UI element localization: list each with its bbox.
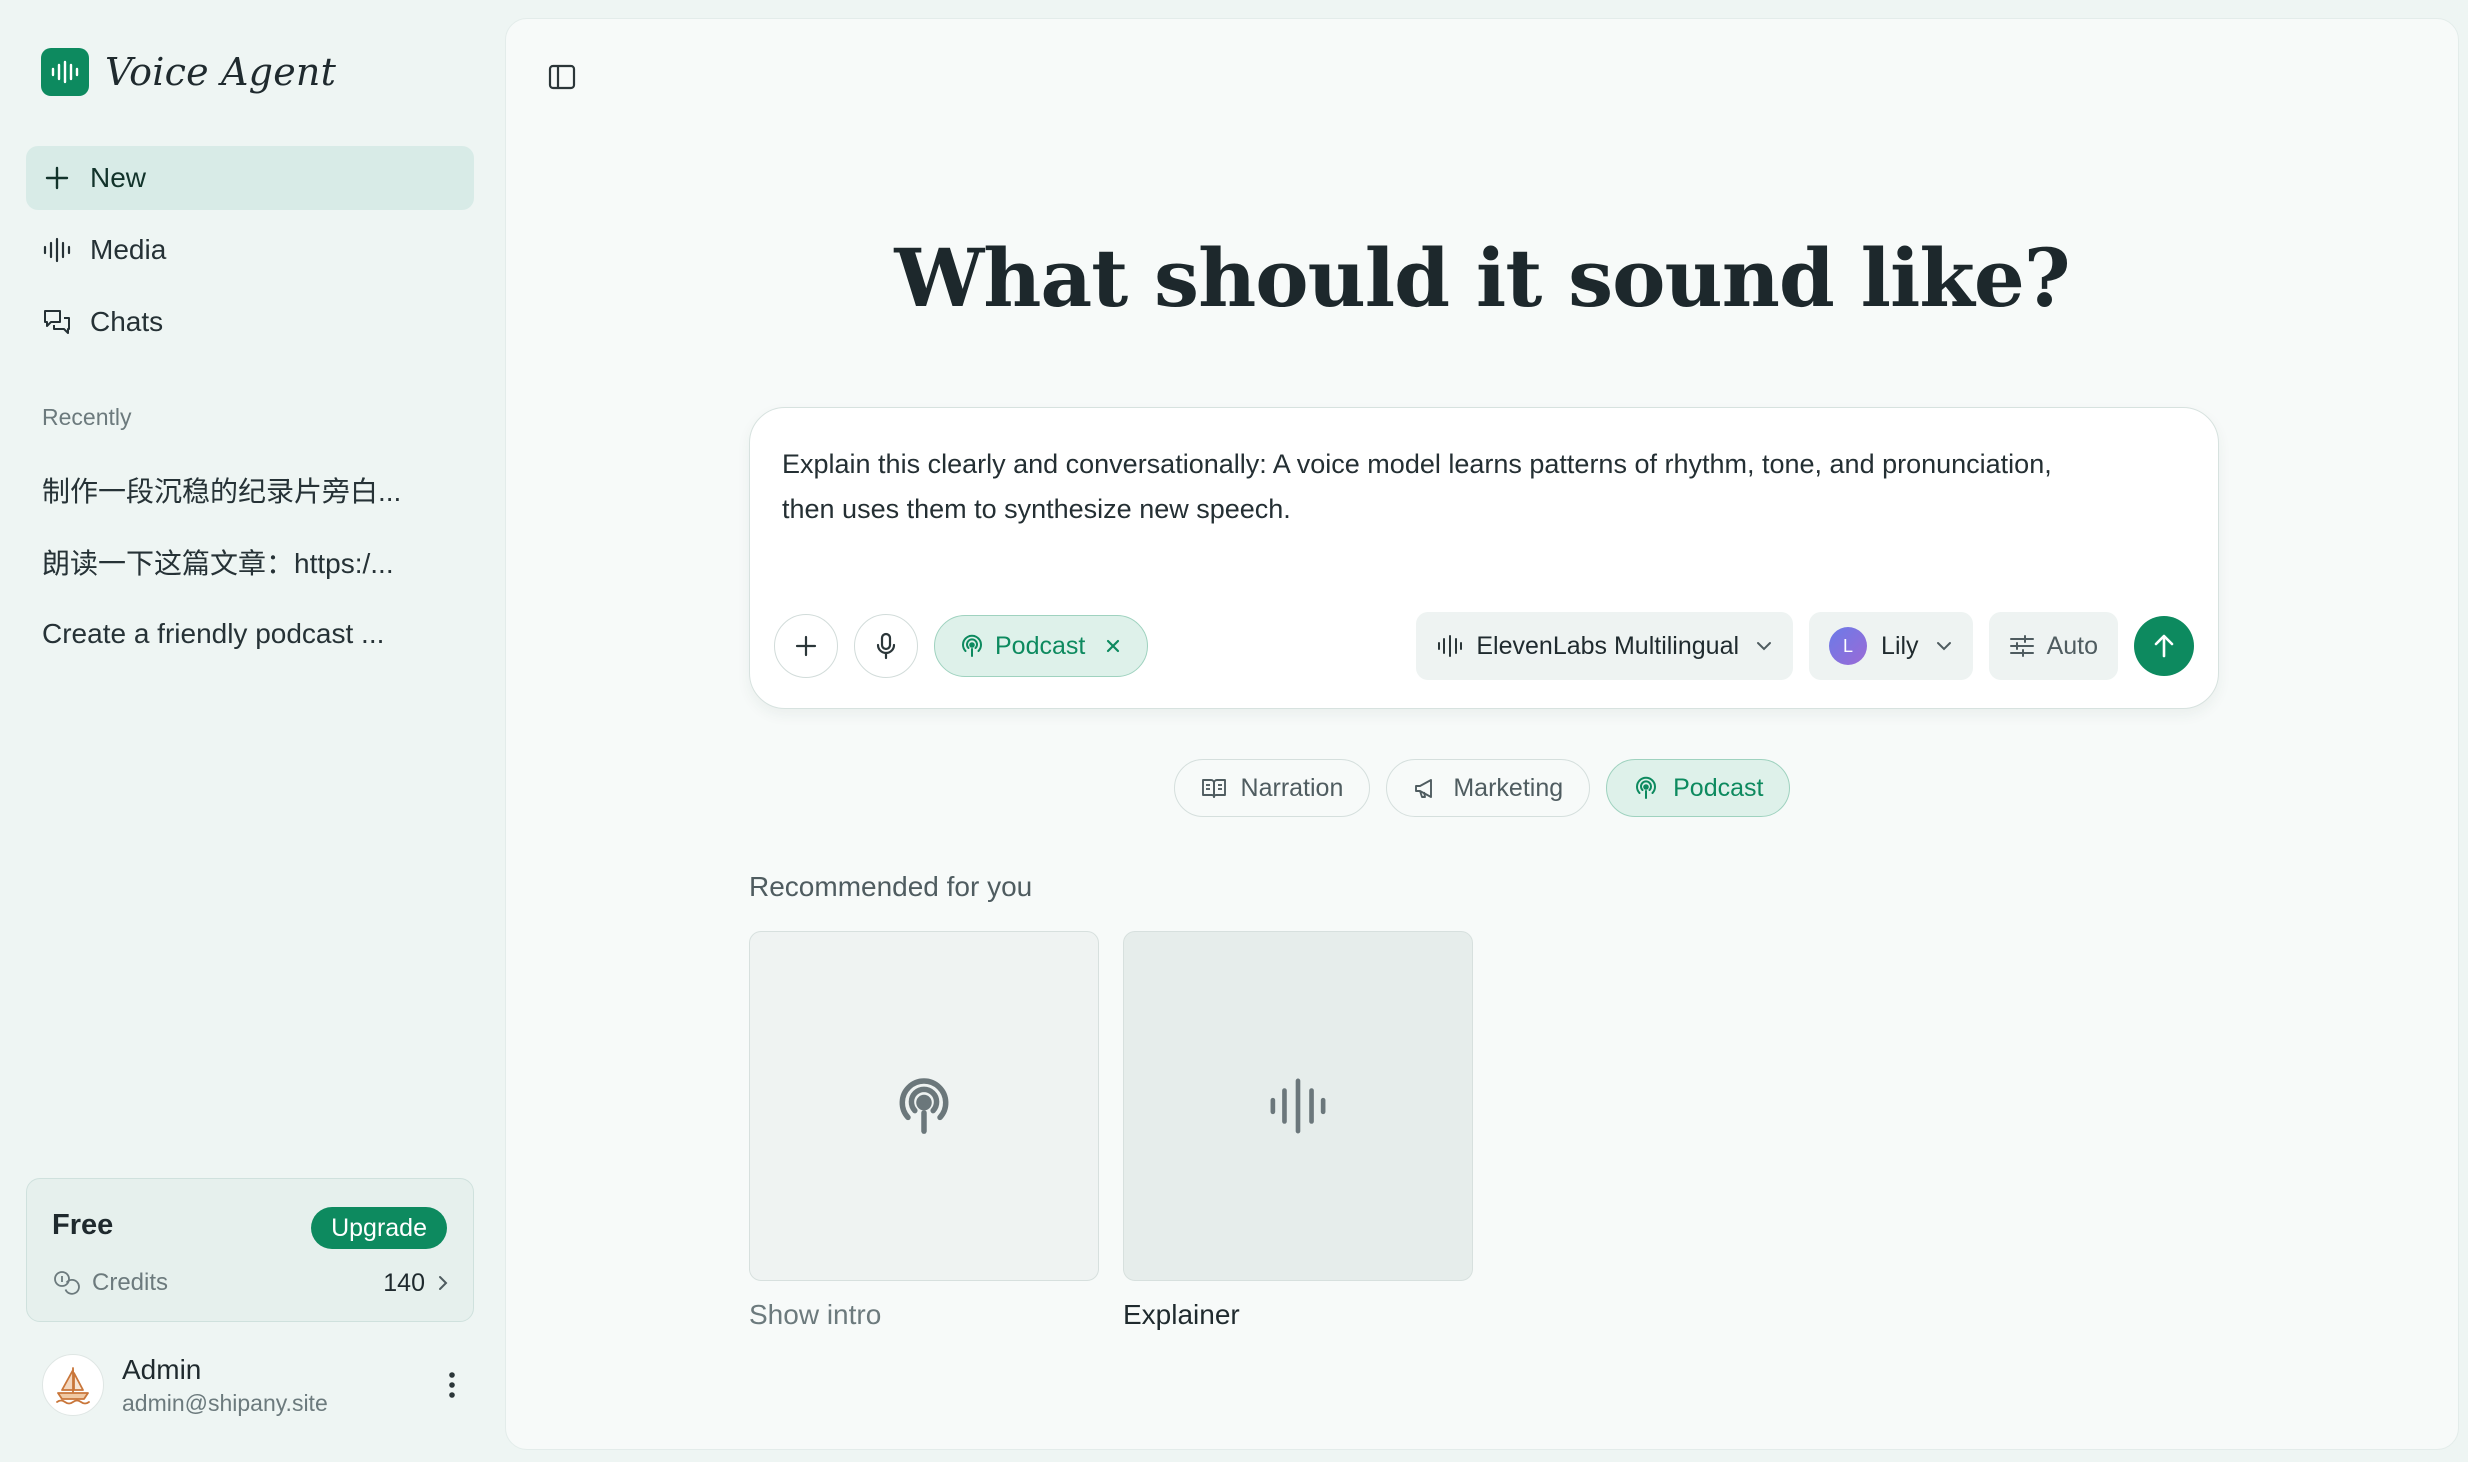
- preset-marketing[interactable]: Marketing: [1386, 759, 1591, 817]
- preset-label: Marketing: [1453, 773, 1564, 802]
- podcast-icon: [894, 1074, 954, 1138]
- plus-icon: [794, 634, 818, 658]
- sliders-icon: [2009, 634, 2035, 658]
- audio-wave-icon: [41, 48, 89, 96]
- prompt-composer: Explain this clearly and conversationall…: [749, 407, 2219, 709]
- podcast-icon: [1633, 775, 1659, 801]
- chevron-right-icon: [435, 1273, 451, 1293]
- plus-icon: [42, 163, 72, 193]
- coins-icon: [52, 1269, 80, 1297]
- voice-avatar: L: [1829, 627, 1868, 665]
- recent-item[interactable]: 制作一段沉稳的纪录片旁白...: [42, 454, 462, 526]
- card-label: Show intro: [749, 1299, 882, 1330]
- sidebar-item-label: Media: [90, 234, 167, 265]
- upgrade-button[interactable]: Upgrade: [311, 1207, 447, 1249]
- model-select[interactable]: ElevenLabs Multilingual: [1416, 612, 1794, 680]
- user-name: Admin: [122, 1353, 202, 1385]
- settings-select[interactable]: Auto: [1988, 612, 2118, 680]
- audio-wave-icon: [1266, 1077, 1330, 1135]
- card-thumbnail: [1123, 931, 1473, 1281]
- composer-toolbar: Podcast ElevenLabs Multilingual L Lily A…: [774, 612, 2194, 680]
- preset-chips: Narration Marketing Podcast: [506, 759, 2458, 817]
- chevron-down-icon: [1935, 640, 1953, 652]
- voice-select[interactable]: L Lily: [1809, 612, 1973, 680]
- sidebar-item-new[interactable]: New: [26, 146, 474, 210]
- sidebar-item-label: New: [90, 162, 147, 193]
- app-name: Voice Agent: [105, 50, 337, 94]
- model-select-value: ElevenLabs Multilingual: [1476, 631, 1740, 660]
- page-title: What should it sound like?: [894, 231, 2070, 325]
- credits-value: 140: [383, 1268, 425, 1297]
- avatar: [42, 1354, 104, 1416]
- recommended-list: Show intro Explainer: [749, 931, 1473, 1331]
- settings-select-value: Auto: [2046, 631, 2098, 660]
- recommended-card-explainer[interactable]: Explainer: [1123, 931, 1473, 1331]
- recommended-card-show-intro[interactable]: Show intro: [749, 931, 1099, 1331]
- style-chip-podcast[interactable]: Podcast: [934, 615, 1149, 677]
- recent-item[interactable]: 朗读一下这篇文章：https:/...: [42, 526, 462, 598]
- podcast-icon: [959, 633, 985, 659]
- prompt-input[interactable]: Explain this clearly and conversationall…: [782, 442, 2082, 532]
- audio-wave-icon: [1436, 634, 1464, 658]
- style-chip-label: Podcast: [995, 631, 1086, 660]
- plan-name: Free: [52, 1209, 114, 1241]
- composer-options: ElevenLabs Multilingual L Lily Auto: [1416, 612, 2194, 680]
- more-vertical-icon[interactable]: [432, 1365, 472, 1405]
- user-email: admin@shipany.site: [122, 1389, 328, 1416]
- sidebar-toggle-icon[interactable]: [542, 57, 582, 97]
- brand[interactable]: Voice Agent: [41, 48, 336, 96]
- recent-list: 制作一段沉稳的纪录片旁白... 朗读一下这篇文章：https:/... Crea…: [42, 454, 462, 670]
- sidebar-nav: New Media Chats: [26, 146, 474, 362]
- chevron-down-icon: [1755, 640, 1773, 652]
- user-profile[interactable]: Admin admin@shipany.site: [42, 1350, 472, 1420]
- preset-narration[interactable]: Narration: [1173, 759, 1371, 817]
- arrow-up-icon: [2152, 633, 2176, 659]
- attach-button[interactable]: [774, 614, 838, 678]
- audio-wave-icon: [42, 235, 72, 265]
- sidebar-item-media[interactable]: Media: [26, 218, 474, 282]
- credits-row[interactable]: Credits 140: [52, 1265, 451, 1301]
- send-button[interactable]: [2134, 616, 2194, 676]
- close-icon[interactable]: [1105, 638, 1121, 654]
- main-panel: What should it sound like? Explain this …: [505, 18, 2459, 1450]
- plan-card: Free Upgrade Credits 140: [26, 1178, 474, 1322]
- sidebar-item-chats[interactable]: Chats: [26, 290, 474, 354]
- preset-podcast[interactable]: Podcast: [1606, 759, 1791, 817]
- preset-label: Podcast: [1673, 773, 1764, 802]
- credits-label: Credits: [92, 1269, 169, 1296]
- card-thumbnail: [749, 931, 1099, 1281]
- sidebar-item-label: Chats: [90, 306, 164, 337]
- microphone-icon: [874, 632, 898, 660]
- sidebar: Voice Agent New Media Chats Recently 制作一…: [0, 0, 504, 1462]
- chat-bubbles-icon: [42, 307, 72, 337]
- recommended-heading: Recommended for you: [749, 871, 1033, 902]
- recent-item[interactable]: Create a friendly podcast ...: [42, 598, 462, 670]
- recent-heading: Recently: [42, 404, 132, 430]
- preset-label: Narration: [1240, 773, 1344, 802]
- voice-select-value: Lily: [1881, 631, 1919, 660]
- book-open-icon: [1201, 776, 1227, 800]
- megaphone-icon: [1413, 776, 1439, 800]
- voice-input-button[interactable]: [854, 614, 918, 678]
- card-label: Explainer: [1123, 1299, 1240, 1330]
